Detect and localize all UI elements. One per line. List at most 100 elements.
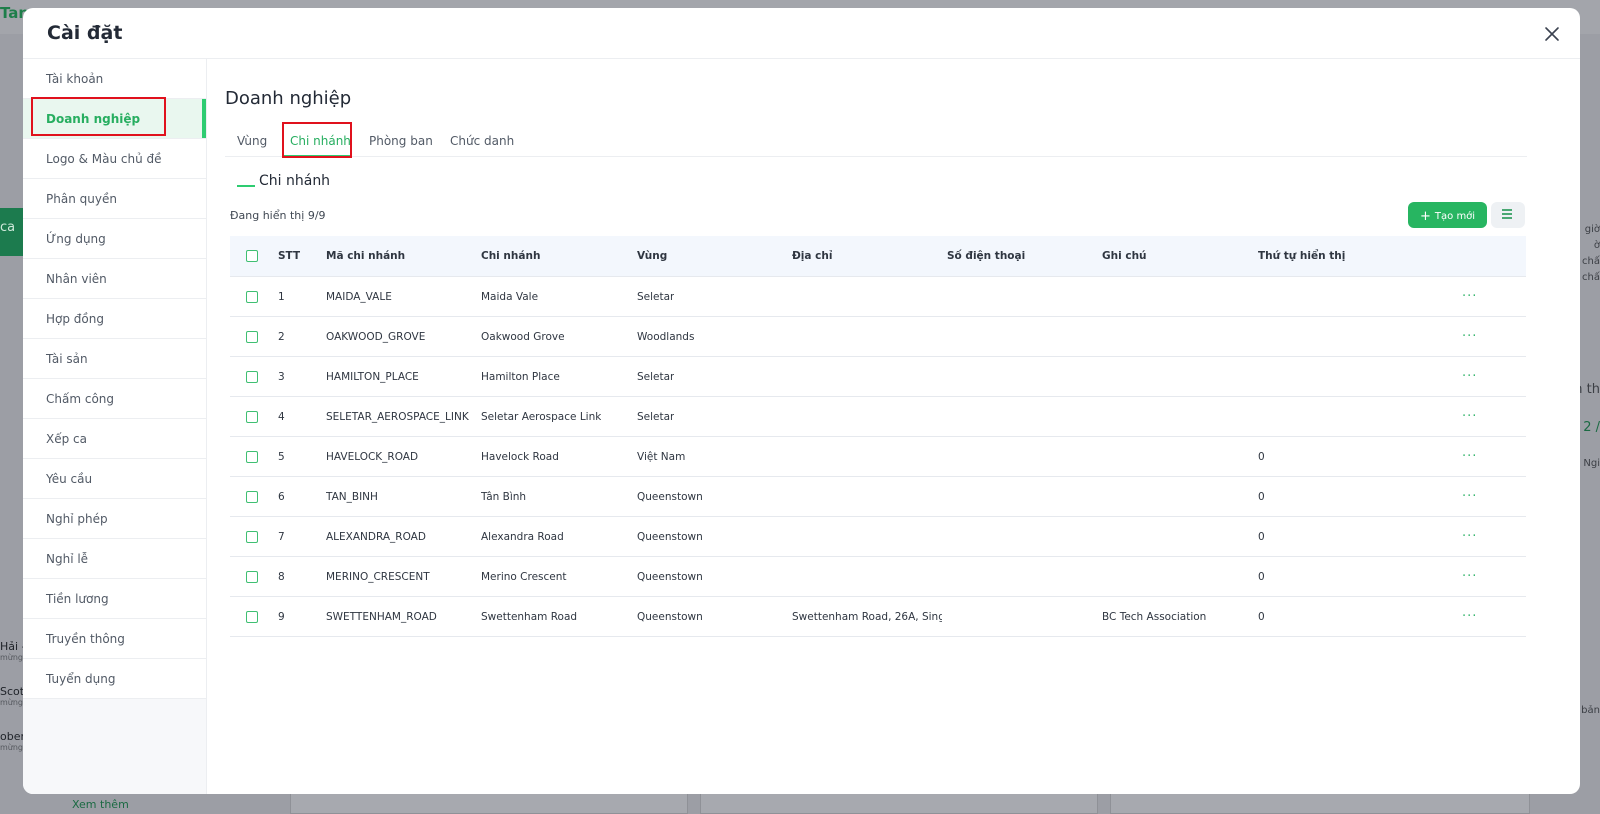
table-row[interactable]: 2 OAKWOOD_GROVE Oakwood Grove Woodlands ··· xyxy=(230,317,1526,357)
sidebar-item-tien-luong[interactable]: Tiền lương xyxy=(23,579,206,619)
row-actions-icon[interactable]: ··· xyxy=(1462,357,1477,396)
row-checkbox[interactable] xyxy=(246,530,258,543)
cell-ma-chi-nhanh: MAIDA_VALE xyxy=(326,290,392,303)
header-chi-nhanh: Chi nhánh xyxy=(481,250,541,262)
cell-chi-nhanh: Hamilton Place xyxy=(481,370,560,383)
cell-vung: Queenstown xyxy=(637,610,703,623)
row-checkbox[interactable] xyxy=(246,370,258,383)
row-actions-icon[interactable]: ··· xyxy=(1462,477,1477,516)
row-actions-icon[interactable]: ··· xyxy=(1462,517,1477,556)
row-checkbox[interactable] xyxy=(246,290,258,303)
cell-chi-nhanh: Alexandra Road xyxy=(481,530,564,543)
cell-thu-tu: 0 xyxy=(1258,570,1265,583)
row-actions-icon[interactable]: ··· xyxy=(1462,397,1477,436)
cell-chi-nhanh: Swettenham Road xyxy=(481,610,578,623)
sidebar-item-cham-cong[interactable]: Chấm công xyxy=(23,379,206,419)
cell-chi-nhanh: Havelock Road xyxy=(481,450,559,463)
header-stt: STT xyxy=(278,250,301,262)
cell-stt: 1 xyxy=(278,290,285,303)
sidebar-item-yeu-cau[interactable]: Yêu cầu xyxy=(23,459,206,499)
cell-ma-chi-nhanh: MERINO_CRESCENT xyxy=(326,570,430,583)
cell-ma-chi-nhanh: TAN_BINH xyxy=(326,490,378,503)
header-vung: Vùng xyxy=(637,250,668,262)
row-checkbox[interactable] xyxy=(246,410,258,423)
cell-chi-nhanh: Maida Vale xyxy=(481,290,539,303)
row-actions-icon[interactable]: ··· xyxy=(1462,277,1477,316)
tab-vung[interactable]: Vùng xyxy=(237,134,267,148)
row-checkbox[interactable] xyxy=(246,570,258,583)
column-menu-button[interactable] xyxy=(1491,202,1525,228)
cell-ma-chi-nhanh: ALEXANDRA_ROAD xyxy=(326,530,426,543)
background-more-link: Xem thêm xyxy=(72,798,129,811)
background-text: 2 / xyxy=(1583,420,1600,435)
header-ghi-chu: Ghi chú xyxy=(1102,250,1147,262)
table-header: STT Mã chi nhánh Chi nhánh Vùng Địa chỉ … xyxy=(230,236,1526,277)
modal-header: Cài đặt xyxy=(23,8,1580,59)
sidebar-item-logo-mau-chu-de[interactable]: Logo & Màu chủ đề xyxy=(23,139,206,179)
table-row[interactable]: 6 TAN_BINH Tân Bình Queenstown 0 ··· xyxy=(230,477,1526,517)
table-row[interactable]: 5 HAVELOCK_ROAD Havelock Road Việt Nam 0 ··· xyxy=(230,437,1526,477)
settings-content: Doanh nghiệp Vùng Chi nhánh Phòng ban Ch… xyxy=(207,59,1580,794)
background-text: ờ xyxy=(1593,240,1600,251)
cell-stt: 6 xyxy=(278,490,285,503)
cell-stt: 7 xyxy=(278,530,285,543)
cell-chi-nhanh: Oakwood Grove xyxy=(481,330,565,343)
table-body: 1 MAIDA_VALE Maida Vale Seletar ··· 2 OAKWOOD_… xyxy=(230,277,1526,637)
background-person: Scot mừng xyxy=(0,685,25,707)
create-new-label: Tạo mới xyxy=(1434,211,1476,222)
table-row[interactable]: 4 SELETAR_AEROSPACE_LINK Seletar Aerospace… xyxy=(230,397,1526,437)
sidebar-item-nghi-phep[interactable]: Nghỉ phép xyxy=(23,499,206,539)
header-so-dien-thoai: Số điện thoại xyxy=(947,250,1026,262)
row-checkbox[interactable] xyxy=(246,610,258,623)
close-button[interactable] xyxy=(1542,24,1562,44)
sidebar-item-truyen-thong[interactable]: Truyền thông xyxy=(23,619,206,659)
cell-thu-tu: 0 xyxy=(1258,450,1265,463)
row-checkbox[interactable] xyxy=(246,490,258,503)
cell-stt: 5 xyxy=(278,450,285,463)
table-row[interactable]: 9 SWETTENHAM_ROAD Swettenham Road Queenstow… xyxy=(230,597,1526,637)
modal-title: Cài đặt xyxy=(47,22,123,44)
sidebar-item-ung-dung[interactable]: Ứng dụng xyxy=(23,219,206,259)
cell-stt: 3 xyxy=(278,370,285,383)
sidebar-item-nhan-vien[interactable]: Nhân viên xyxy=(23,259,206,299)
row-actions-icon[interactable]: ··· xyxy=(1462,557,1477,596)
cell-ma-chi-nhanh: HAVELOCK_ROAD xyxy=(326,450,419,463)
sidebar-item-hop-dong[interactable]: Hợp đồng xyxy=(23,299,206,339)
row-actions-icon[interactable]: ··· xyxy=(1462,597,1477,636)
settings-sidebar: Tài khoản Doanh nghiệp Logo & Màu chủ đề… xyxy=(23,59,207,794)
page-title: Doanh nghiệp xyxy=(225,88,352,109)
sidebar-item-nghi-le[interactable]: Nghỉ lễ xyxy=(23,539,206,579)
display-count: Đang hiển thị 9/9 xyxy=(230,209,326,222)
cell-stt: 9 xyxy=(278,610,285,623)
sidebar-item-phan-quyen[interactable]: Phân quyền xyxy=(23,179,206,219)
close-icon xyxy=(1545,27,1559,41)
sub-heading: Chi nhánh xyxy=(237,173,330,189)
row-actions-icon[interactable]: ··· xyxy=(1462,317,1477,356)
table-row[interactable]: 8 MERINO_CRESCENT Merino Crescent Queenstow… xyxy=(230,557,1526,597)
background-text: Ngi xyxy=(1583,458,1600,469)
tab-phong-ban[interactable]: Phòng ban xyxy=(369,134,433,148)
row-actions-icon[interactable]: ··· xyxy=(1462,437,1477,476)
background-text: bản xyxy=(1581,705,1600,716)
sidebar-item-tuyen-dung[interactable]: Tuyển dụng xyxy=(23,659,206,699)
table-row[interactable]: 1 MAIDA_VALE Maida Vale Seletar ··· xyxy=(230,277,1526,317)
cell-vung: Woodlands xyxy=(637,330,695,343)
list-menu-icon xyxy=(1502,209,1525,219)
cell-chi-nhanh: Tân Bình xyxy=(481,490,527,503)
create-new-button[interactable]: + Tạo mới xyxy=(1408,202,1487,228)
background-person: Hải - mừng xyxy=(0,640,26,662)
tab-chuc-danh[interactable]: Chức danh xyxy=(450,134,514,148)
highlight-tab-chi-nhanh xyxy=(282,122,352,158)
sidebar-item-xep-ca[interactable]: Xếp ca xyxy=(23,419,206,459)
table-row[interactable]: 3 HAMILTON_PLACE Hamilton Place Seletar ··· xyxy=(230,357,1526,397)
cell-chi-nhanh: Seletar Aerospace Link xyxy=(481,410,602,423)
row-checkbox[interactable] xyxy=(246,330,258,343)
tab-bar: Vùng Chi nhánh Phòng ban Chức danh xyxy=(225,129,1527,157)
row-checkbox[interactable] xyxy=(246,450,258,463)
cell-ma-chi-nhanh: SWETTENHAM_ROAD xyxy=(326,610,437,623)
branch-table: STT Mã chi nhánh Chi nhánh Vùng Địa chỉ … xyxy=(230,236,1526,637)
sidebar-item-tai-khoan[interactable]: Tài khoản xyxy=(23,59,206,99)
table-row[interactable]: 7 ALEXANDRA_ROAD Alexandra Road Queenstown 0… xyxy=(230,517,1526,557)
sidebar-item-tai-san[interactable]: Tài sản xyxy=(23,339,206,379)
select-all-checkbox[interactable] xyxy=(246,250,258,262)
